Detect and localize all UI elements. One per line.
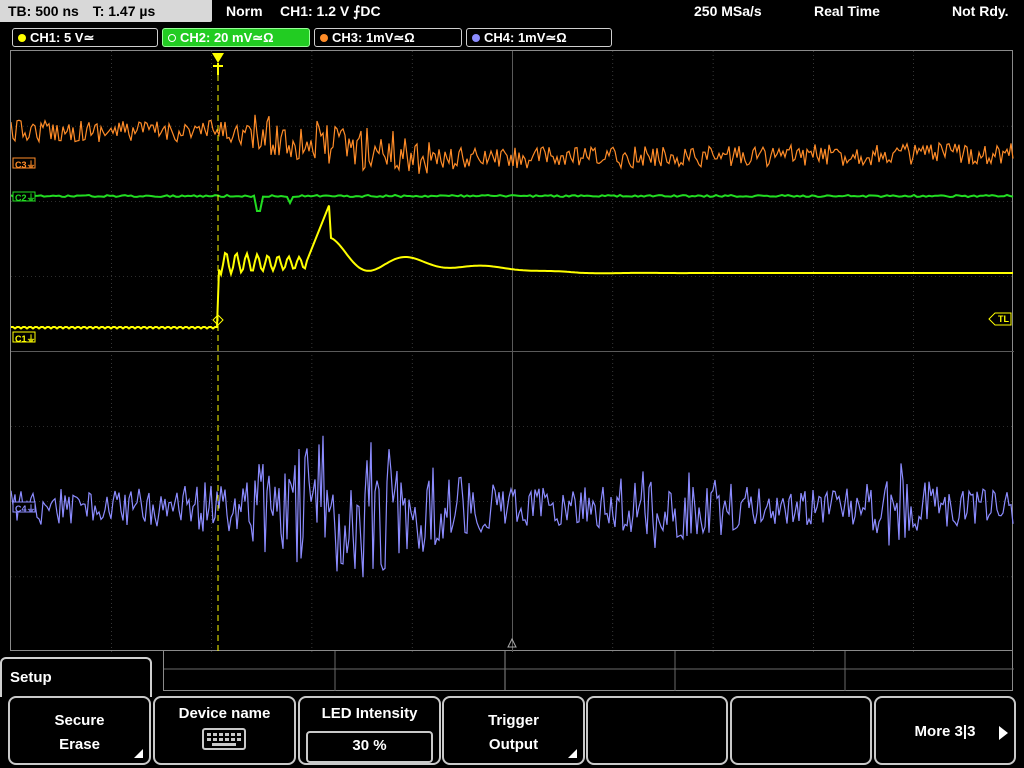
softkey-4-line2: Output xyxy=(488,736,539,753)
sample-rate: 250 MSa/s xyxy=(694,3,762,19)
trigger-output-button[interactable]: Trigger Output xyxy=(442,696,585,765)
channel-ch1-button[interactable]: CH1: 5 V≃ xyxy=(12,28,158,47)
softkey-2-line1: Device name xyxy=(178,705,271,722)
ch2-dot-icon xyxy=(168,34,176,42)
menu-title-tab: Setup xyxy=(0,657,152,697)
graticule xyxy=(11,51,1014,652)
ch1-dot-icon xyxy=(18,34,26,42)
ch1-marker-label: C1⏚ xyxy=(15,334,36,344)
trigger-level-label: TL xyxy=(998,314,1009,324)
softkey-7-label: More 3|3 xyxy=(914,723,976,740)
secure-erase-button[interactable]: Secure Erase xyxy=(8,696,151,765)
ch4-label: CH4: 1mV≃Ω xyxy=(484,30,567,45)
softkey-5-empty[interactable] xyxy=(586,696,728,765)
trigger-mode[interactable]: Norm xyxy=(226,0,263,22)
submenu-indicator-icon xyxy=(568,749,577,758)
ch3-dot-icon xyxy=(320,34,328,42)
ch4-dot-icon xyxy=(472,34,480,42)
waveform-svg xyxy=(11,51,1014,652)
led-intensity-button[interactable]: LED Intensity 30 % xyxy=(298,696,441,765)
trigger-info[interactable]: CH1: 1.2 V ⨍DC xyxy=(280,0,381,22)
softkey-bar: Secure Erase Device name LED Intensity 3… xyxy=(0,696,1024,768)
channel-ch2-button[interactable]: CH2: 20 mV≃Ω xyxy=(162,28,310,47)
acquisition-mode: Real Time xyxy=(814,3,880,19)
softkey-1-line2: Erase xyxy=(59,736,100,753)
led-intensity-value: 30 % xyxy=(306,731,433,763)
trigger-marker-icon[interactable] xyxy=(212,53,224,75)
softkey-3-line1: LED Intensity xyxy=(321,705,418,722)
ch4-marker-label: C4⏚ xyxy=(15,504,36,514)
ch2-marker-label: C2⏚ xyxy=(15,193,36,203)
channel-ch3-button[interactable]: CH3: 1mV≃Ω xyxy=(314,28,462,47)
ch2-label: CH2: 20 mV≃Ω xyxy=(180,30,274,45)
acquisition-state: Not Rdy. xyxy=(952,3,1009,19)
trigger-time-value: T: 1.47 µs xyxy=(92,3,156,19)
device-name-button[interactable]: Device name xyxy=(153,696,296,765)
status-bar: TB: 500 ns T: 1.47 µs Norm CH1: 1.2 V ⨍D… xyxy=(0,0,1024,24)
timeline-strip[interactable] xyxy=(163,651,1014,691)
next-page-arrow-icon xyxy=(999,726,1008,740)
softkey-4-line1: Trigger xyxy=(488,712,539,729)
more-button[interactable]: More 3|3 xyxy=(874,696,1016,765)
ch3-label: CH3: 1mV≃Ω xyxy=(332,30,415,45)
channel-row: CH1: 5 V≃ CH2: 20 mV≃Ω CH3: 1mV≃Ω CH4: 1… xyxy=(0,26,1024,48)
channel-ch4-button[interactable]: CH4: 1mV≃Ω xyxy=(466,28,612,47)
softkey-1-line1: Secure xyxy=(54,712,105,729)
waveform-display[interactable]: C3⏚ C2⏚ C1⏚ C4⏚ TL xyxy=(10,50,1014,652)
keyboard-icon xyxy=(202,728,246,750)
timeline-svg xyxy=(164,651,1014,691)
ch1-label: CH1: 5 V≃ xyxy=(30,30,95,45)
timebase-value: TB: 500 ns xyxy=(8,3,79,19)
timebase-box[interactable]: TB: 500 ns T: 1.47 µs xyxy=(0,0,212,22)
menu-title: Setup xyxy=(10,669,52,686)
submenu-indicator-icon xyxy=(134,749,143,758)
ch3-marker-label: C3⏚ xyxy=(15,160,36,170)
softkey-6-empty[interactable] xyxy=(730,696,872,765)
